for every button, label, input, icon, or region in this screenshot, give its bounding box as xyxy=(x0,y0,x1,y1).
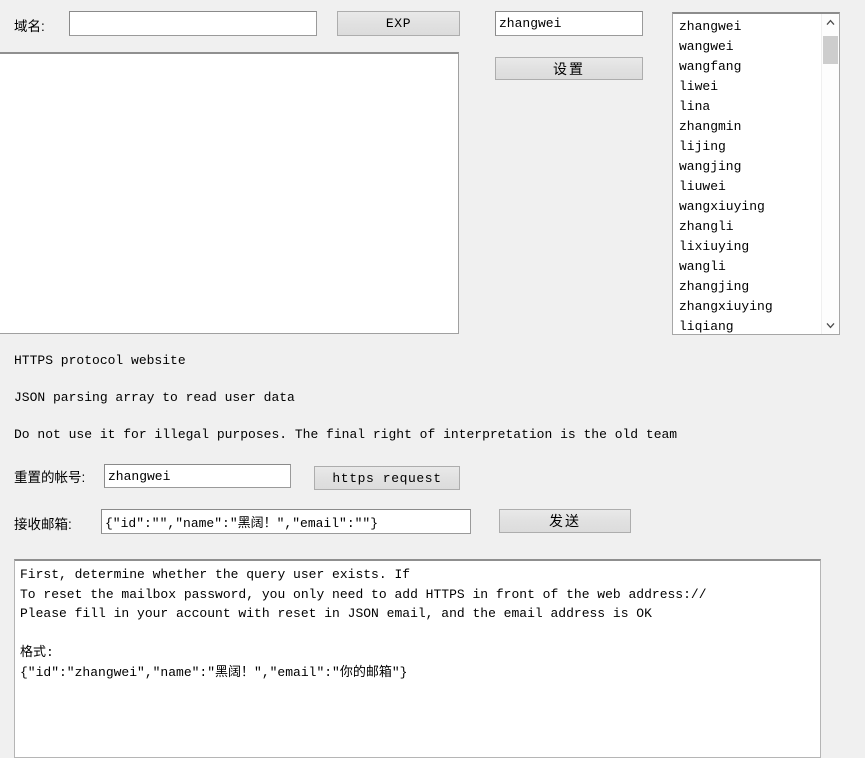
list-item[interactable]: lijing xyxy=(679,137,822,157)
list-item[interactable]: zhangli xyxy=(679,217,822,237)
user-listbox[interactable]: zhangwei wangwei wangfang liwei lina zha… xyxy=(672,12,840,335)
scrollbar-thumb[interactable] xyxy=(823,36,838,64)
list-item[interactable]: zhangmin xyxy=(679,117,822,137)
list-item[interactable]: liwei xyxy=(679,77,822,97)
receive-mail-label: 接收邮箱: xyxy=(14,517,72,532)
domain-label: 域名: xyxy=(14,19,45,34)
list-item[interactable]: liuwei xyxy=(679,177,822,197)
chevron-down-icon[interactable] xyxy=(822,317,839,334)
output-textarea[interactable]: First, determine whether the query user … xyxy=(14,559,821,758)
note-line-2: JSON parsing array to read user data xyxy=(14,390,295,405)
list-item[interactable]: zhangjing xyxy=(679,277,822,297)
user-list-items: zhangwei wangwei wangfang liwei lina zha… xyxy=(673,14,822,334)
list-item[interactable]: wangfang xyxy=(679,57,822,77)
reset-account-input[interactable] xyxy=(104,464,291,488)
list-item[interactable]: zhangxiuying xyxy=(679,297,822,317)
list-item[interactable]: zhangwei xyxy=(679,17,822,37)
note-line-1: HTTPS protocol website xyxy=(14,353,186,368)
list-item[interactable]: liqiang xyxy=(679,317,822,334)
exp-button[interactable]: EXP xyxy=(337,11,460,36)
domain-input[interactable] xyxy=(69,11,317,36)
list-item[interactable]: lixiuying xyxy=(679,237,822,257)
https-request-button[interactable]: https request xyxy=(314,466,460,490)
list-item[interactable]: wangwei xyxy=(679,37,822,57)
list-item[interactable]: lina xyxy=(679,97,822,117)
output-text: First, determine whether the query user … xyxy=(20,567,707,680)
note-line-3: Do not use it for illegal purposes. The … xyxy=(14,427,678,442)
list-item[interactable]: wangxiuying xyxy=(679,197,822,217)
settings-button[interactable]: 设置 xyxy=(495,57,643,80)
reset-account-label: 重置的帐号: xyxy=(14,470,86,485)
listbox-scrollbar[interactable] xyxy=(821,14,839,334)
send-button[interactable]: 发送 xyxy=(499,509,631,533)
results-panel[interactable] xyxy=(0,52,459,334)
chevron-up-icon[interactable] xyxy=(822,14,839,31)
receive-mail-input[interactable] xyxy=(101,509,471,534)
application-window: 域名: EXP 设置 zhangwei wangwei wangfang liw… xyxy=(0,0,865,758)
account-input[interactable] xyxy=(495,11,643,36)
list-item[interactable]: wangjing xyxy=(679,157,822,177)
list-item[interactable]: wangli xyxy=(679,257,822,277)
